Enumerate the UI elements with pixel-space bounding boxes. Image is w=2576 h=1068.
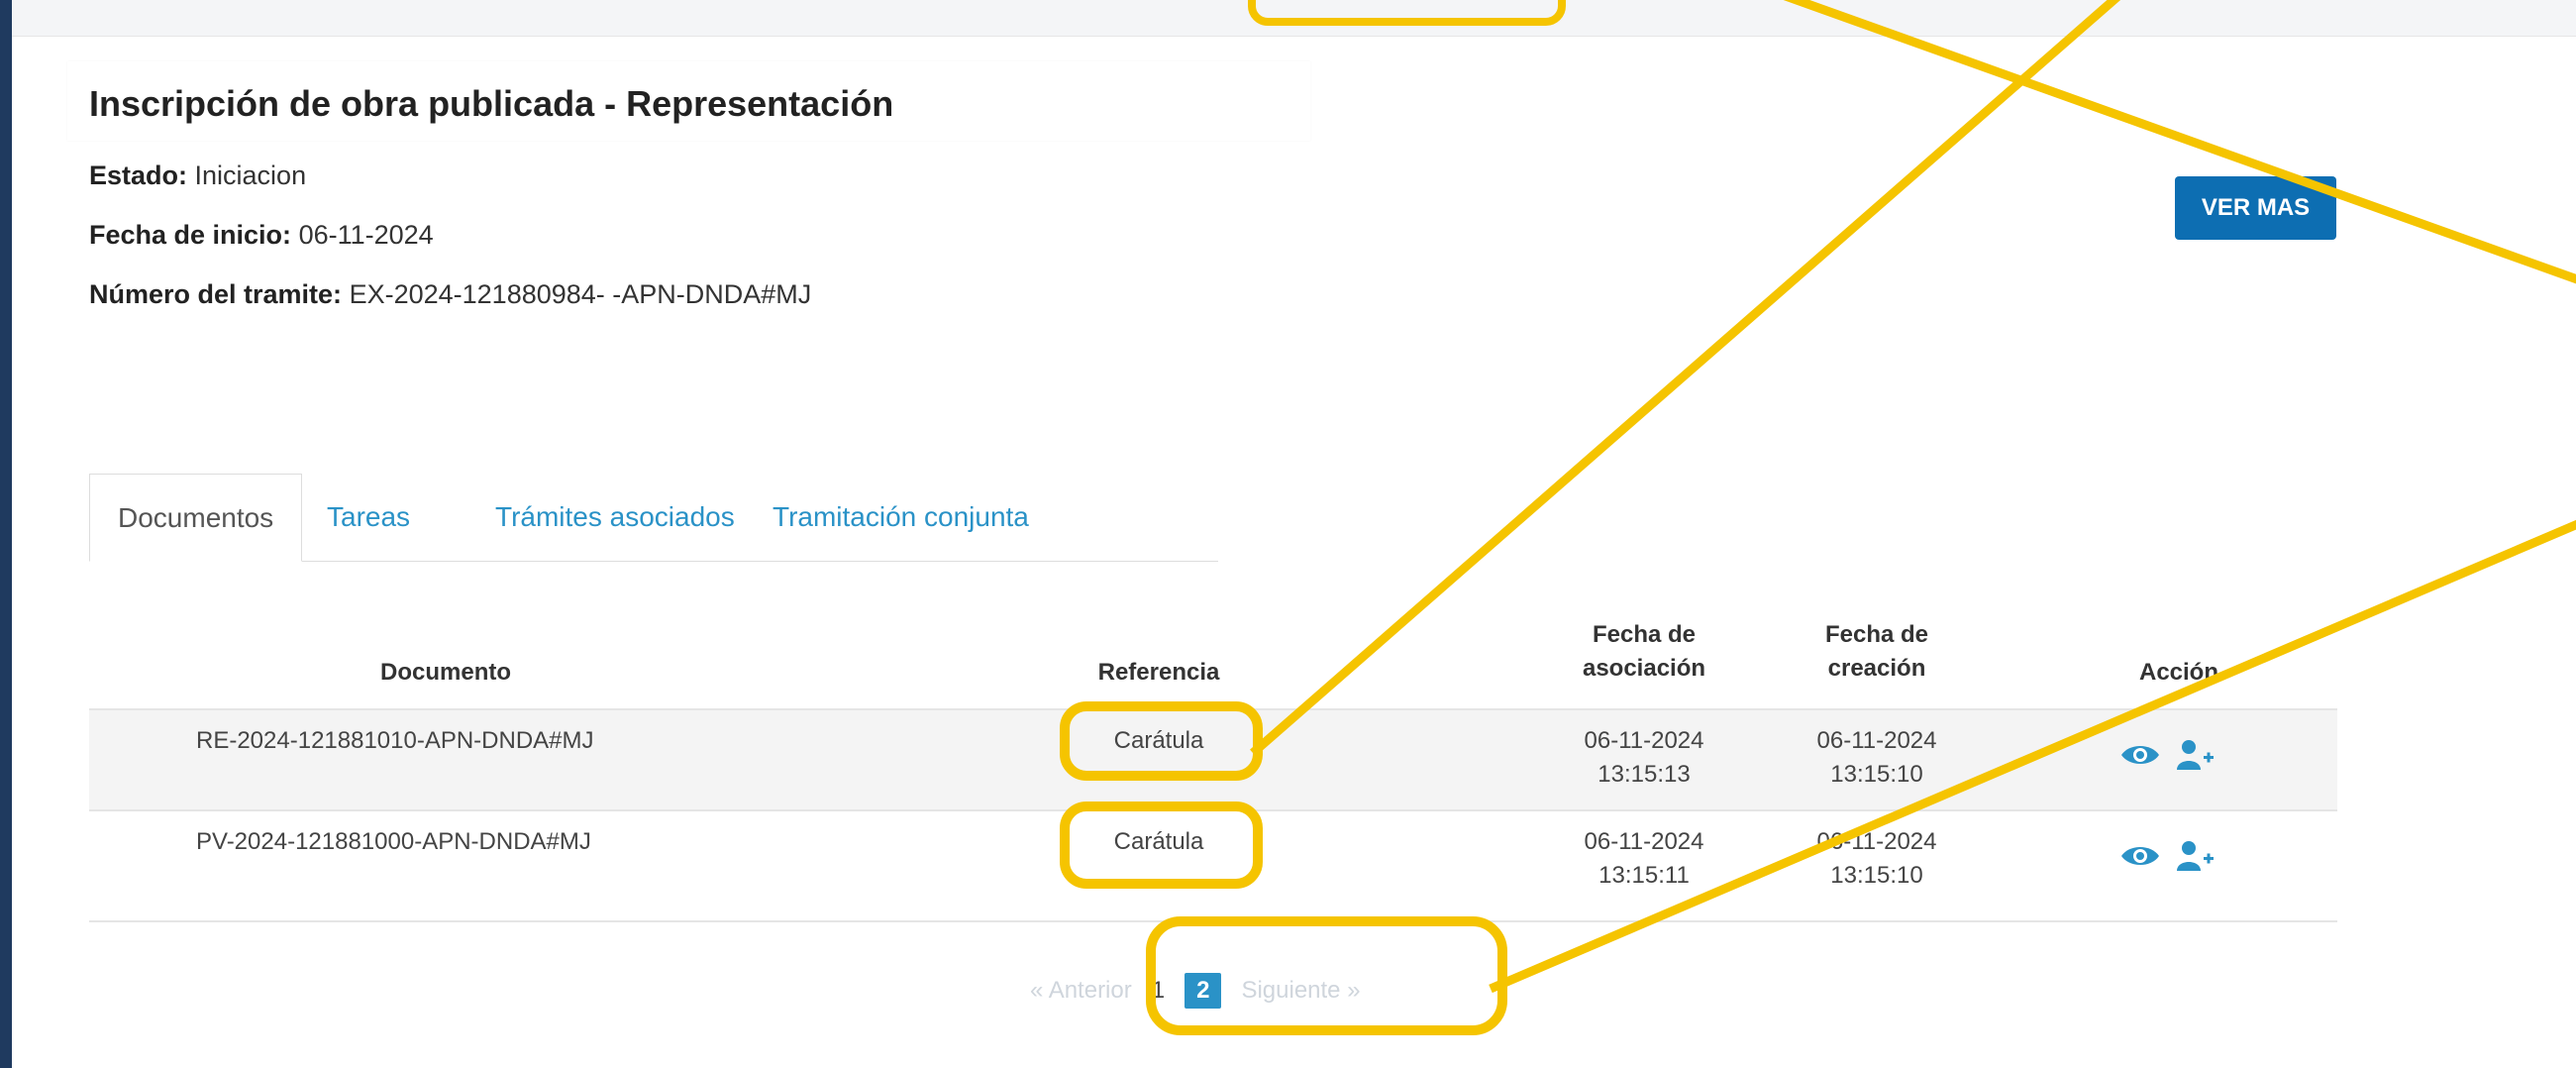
fecha-inicio-value: 06-11-2024	[298, 220, 434, 250]
numero-tramite-line: Número del tramite: EX-2024-121880984- -…	[89, 279, 811, 310]
page-title: Inscripción de obra publicada - Represen…	[89, 83, 894, 124]
cell-fecha-asociacion-time: 13:15:13	[1597, 761, 1691, 788]
tab-tramites-asociados[interactable]: Trámites asociados	[495, 474, 735, 561]
estado-line: Estado: Iniciacion	[89, 160, 306, 191]
cell-fecha-creacion-time: 13:15:10	[1830, 761, 1923, 788]
fecha-inicio-line: Fecha de inicio: 06-11-2024	[89, 220, 434, 251]
cell-fecha-asociacion-time: 13:15:11	[1598, 862, 1690, 889]
th-accion: Acción	[2138, 659, 2218, 686]
pagination: « Anterior 1 2 Siguiente »	[1030, 971, 1381, 1011]
estado-label: Estado:	[89, 160, 188, 190]
th-fecha-asociacion-line2: asociación	[1582, 655, 1706, 682]
add-user-icon[interactable]	[2175, 839, 2215, 873]
ver-mas-button[interactable]: VER MAS	[2175, 176, 2336, 240]
th-fecha-asociacion-line1: Fecha de	[1592, 621, 1697, 648]
pagination-page-2[interactable]: 2	[1185, 973, 1222, 1009]
cell-referencia: Carátula	[1113, 828, 1204, 855]
pagination-next[interactable]: Siguiente »	[1241, 977, 1360, 1005]
cell-documento[interactable]: RE-2024-121881010-APN-DNDA#MJ	[196, 724, 790, 758]
numero-tramite-label: Número del tramite:	[89, 279, 343, 309]
cell-fecha-creacion-time: 13:15:10	[1830, 862, 1923, 889]
tab-tareas[interactable]: Tareas	[327, 474, 410, 561]
estado-value: Iniciacion	[194, 160, 307, 190]
th-fecha-asociacion: Fecha de asociación	[1565, 618, 1723, 686]
cell-fecha-creacion-date: 06-11-2024	[1816, 727, 1937, 754]
cell-fecha-asociacion-date: 06-11-2024	[1584, 727, 1704, 754]
cell-fecha-asociacion: 06-11-2024 13:15:11	[1565, 825, 1723, 893]
cell-fecha-asociacion: 06-11-2024 13:15:13	[1565, 724, 1723, 792]
fecha-inicio-label: Fecha de inicio:	[89, 220, 292, 250]
tabs: Documentos Tareas Trámites asociados Tra…	[89, 474, 1218, 562]
cell-fecha-creacion: 06-11-2024 13:15:10	[1798, 724, 1956, 792]
cell-fecha-creacion: 06-11-2024 13:15:10	[1798, 825, 1956, 893]
tab-documentos[interactable]: Documentos	[89, 474, 303, 562]
th-fecha-creacion-line2: creación	[1827, 655, 1926, 682]
row-actions	[2119, 839, 2215, 873]
table-row: RE-2024-121881010-APN-DNDA#MJ Carátula 0…	[89, 708, 2337, 811]
cell-fecha-asociacion-date: 06-11-2024	[1584, 828, 1704, 855]
th-fecha-creacion-line1: Fecha de	[1824, 621, 1929, 648]
table-row: PV-2024-121881000-APN-DNDA#MJ Carátula 0…	[89, 809, 2337, 922]
eye-icon[interactable]	[2119, 841, 2161, 871]
th-documento: Documento	[380, 659, 511, 686]
numero-tramite-value: EX-2024-121880984- -APN-DNDA#MJ	[349, 279, 812, 309]
pagination-prev[interactable]: « Anterior	[1030, 977, 1132, 1005]
cell-fecha-creacion-date: 06-11-2024	[1816, 828, 1937, 855]
th-referencia: Referencia	[1097, 659, 1220, 686]
tab-tramitacion-conjunta[interactable]: Tramitación conjunta	[773, 474, 1029, 561]
eye-icon[interactable]	[2119, 740, 2161, 770]
main-content: Inscripción de obra publicada - Represen…	[0, 0, 2576, 1068]
pagination-page-1[interactable]: 1	[1152, 977, 1165, 1005]
row-actions	[2119, 738, 2215, 772]
add-user-icon[interactable]	[2175, 738, 2215, 772]
th-fecha-creacion: Fecha de creación	[1798, 618, 1956, 686]
cell-documento[interactable]: PV-2024-121881000-APN-DNDA#MJ	[196, 825, 790, 859]
cell-referencia: Carátula	[1113, 727, 1204, 754]
